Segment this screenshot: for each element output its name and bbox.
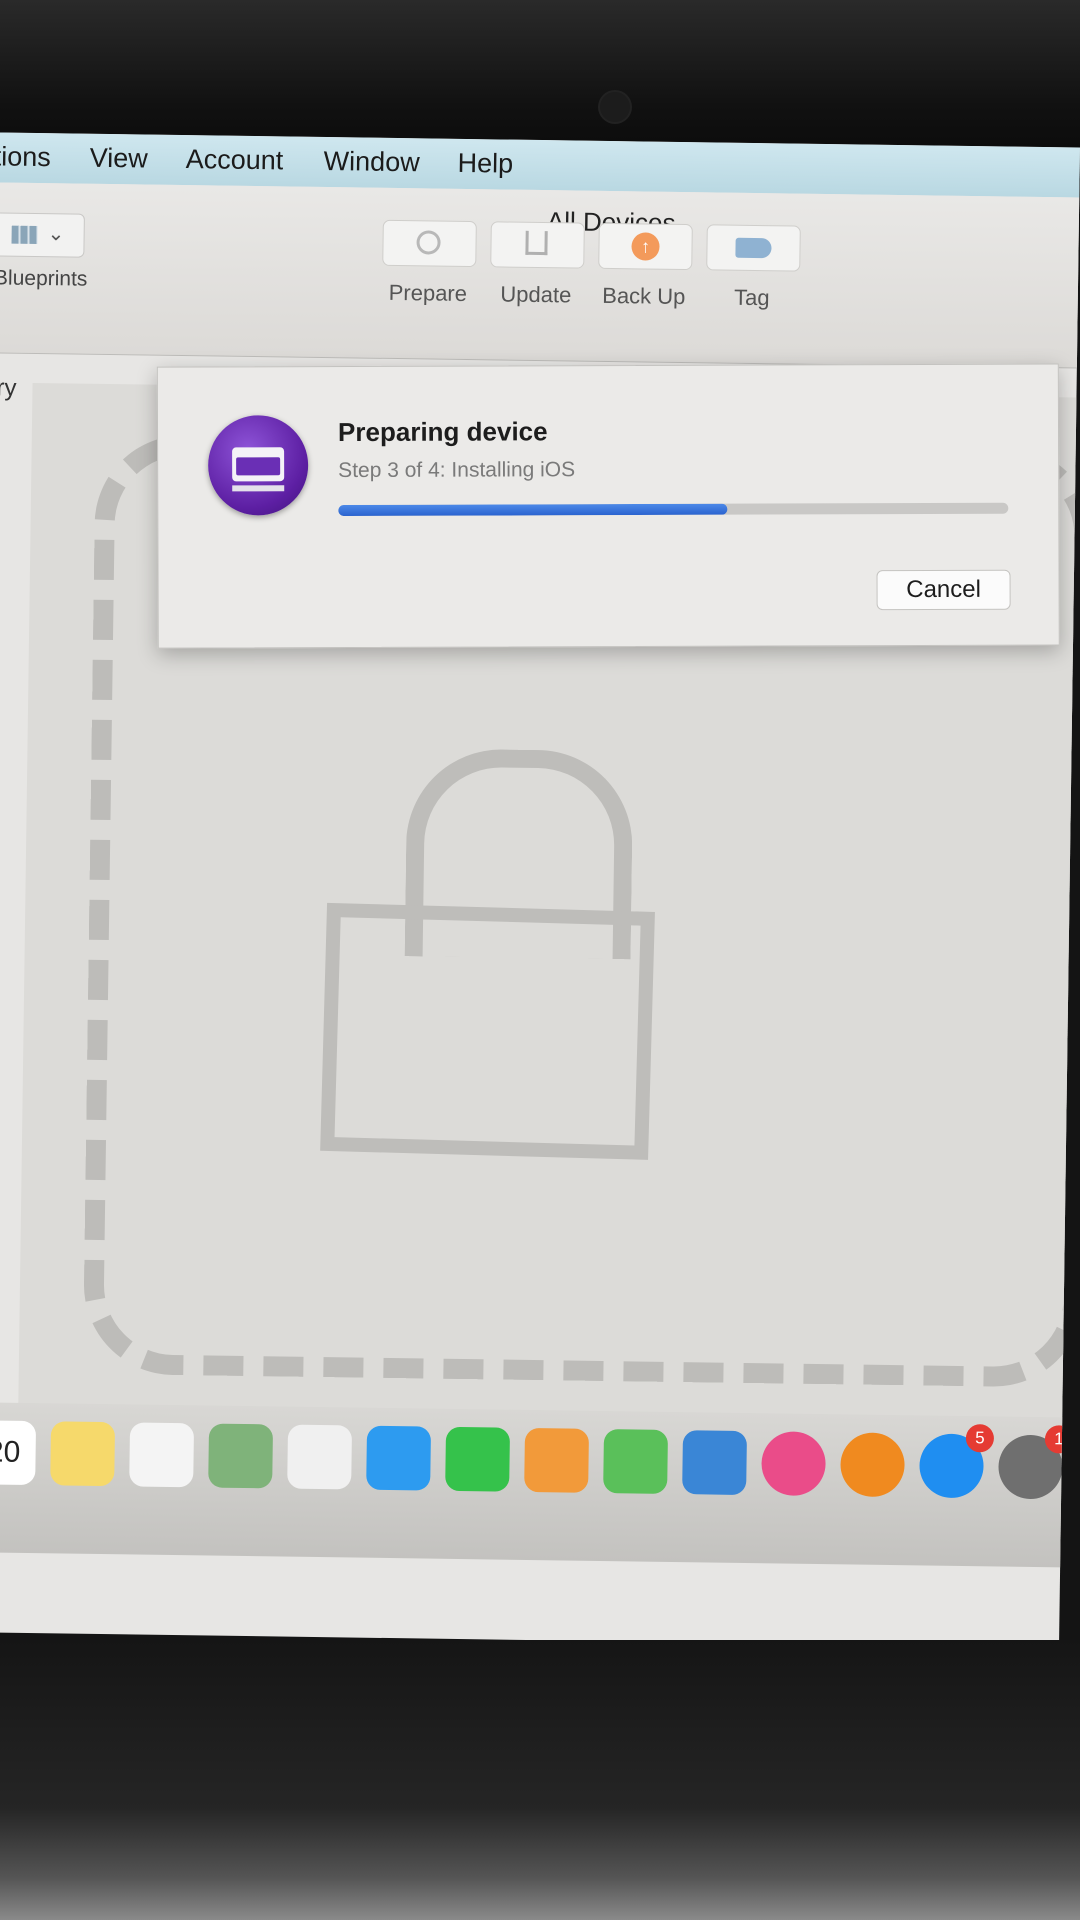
- apple-configurator-icon: [207, 415, 309, 516]
- view-mode-button[interactable]: ⌄: [0, 212, 85, 258]
- sheet-status: Step 3 of 4: Installing iOS: [338, 458, 576, 483]
- prepare-button[interactable]: [382, 219, 477, 268]
- lock-icon: [320, 902, 655, 1160]
- books-icon[interactable]: [840, 1432, 905, 1498]
- progress-fill: [338, 503, 727, 517]
- update-label: Update: [500, 281, 572, 308]
- cancel-button[interactable]: Cancel: [876, 569, 1011, 611]
- calendar-date: 20: [0, 1435, 21, 1469]
- progress-bar: [338, 502, 1009, 517]
- menu-account[interactable]: Account: [185, 144, 283, 176]
- backup-button[interactable]: ↑: [598, 222, 693, 271]
- backup-icon: ↑: [631, 232, 660, 261]
- menu-window[interactable]: Window: [323, 146, 419, 178]
- screen-bezel-bottom: [0, 1640, 1080, 1920]
- prepare-label: Prepare: [388, 279, 468, 306]
- keynote-icon[interactable]: [682, 1430, 747, 1496]
- preparing-device-sheet: Preparing device Step 3 of 4: Installing…: [156, 363, 1060, 649]
- notes-icon[interactable]: [50, 1421, 116, 1487]
- tag-label: Tag: [733, 284, 770, 311]
- screen-bezel-top: [0, 0, 1080, 150]
- menu-actions[interactable]: tions: [0, 141, 51, 173]
- maps-icon[interactable]: [208, 1423, 274, 1489]
- tag-button[interactable]: [706, 224, 801, 272]
- menu-view[interactable]: View: [89, 143, 147, 175]
- update-button[interactable]: [490, 221, 585, 269]
- messages-icon[interactable]: [366, 1425, 432, 1491]
- chevron-down-icon: ⌄: [47, 223, 65, 246]
- app-store-icon[interactable]: 5: [919, 1424, 995, 1499]
- tag-icon: [735, 237, 772, 259]
- grid-view-icon: [11, 225, 38, 244]
- facetime-icon[interactable]: [445, 1426, 511, 1492]
- dock: 20 5 1: [0, 1402, 1080, 1568]
- sidebar-item-label[interactable]: ry: [0, 374, 17, 402]
- reminders-icon[interactable]: [129, 1422, 195, 1488]
- notification-badge: 1: [1044, 1425, 1074, 1454]
- backup-label: Back Up: [602, 282, 686, 310]
- menu-help[interactable]: Help: [457, 148, 513, 180]
- system-preferences-icon[interactable]: 1: [998, 1425, 1074, 1500]
- camera-icon: [600, 92, 630, 122]
- itunes-icon[interactable]: [761, 1431, 826, 1497]
- numbers-icon[interactable]: [603, 1429, 669, 1494]
- photos-icon[interactable]: [287, 1424, 353, 1490]
- mac-screen: tions View Account Window Help All Devic…: [0, 132, 1080, 1648]
- update-icon: [525, 230, 548, 256]
- prepare-icon: [416, 230, 441, 255]
- pages-icon[interactable]: [524, 1427, 590, 1493]
- notification-badge: 5: [965, 1424, 995, 1453]
- calendar-icon[interactable]: 20: [0, 1420, 37, 1486]
- blueprints-label: Blueprints: [0, 266, 88, 291]
- window-toolbar: All Devices ⌄ Blueprints Prepare Update …: [0, 182, 1080, 402]
- sheet-title: Preparing device: [337, 416, 548, 448]
